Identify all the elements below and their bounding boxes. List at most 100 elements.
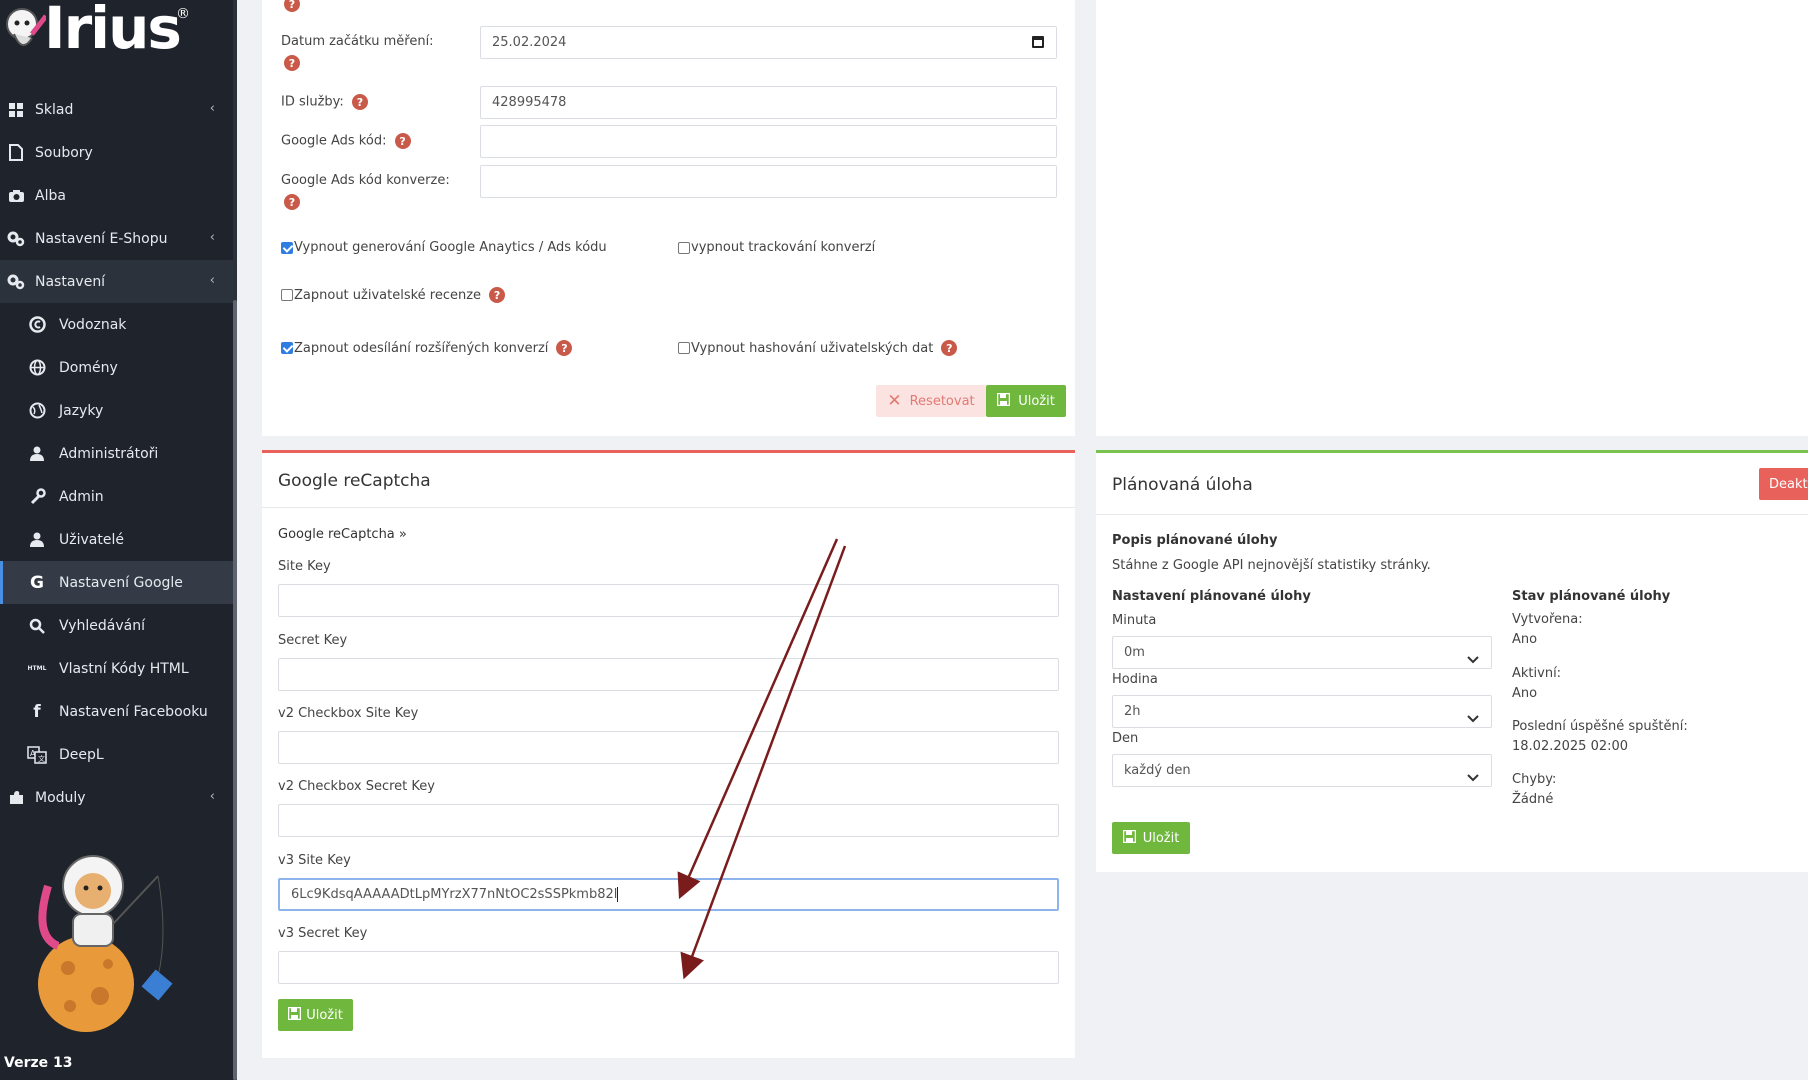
help-icon[interactable]: ? xyxy=(556,340,573,356)
checkbox-checked[interactable] xyxy=(281,342,293,354)
empty-panel xyxy=(1096,0,1808,436)
recaptcha-save-button[interactable]: Uložit xyxy=(278,999,353,1031)
enable-user-reviews-checkbox[interactable]: Zapnout uživatelské recenze ? xyxy=(281,287,506,303)
help-icon[interactable]: ? xyxy=(351,94,368,110)
sidebar-item-label: Jazyky xyxy=(59,402,104,419)
start-date-input[interactable]: 25.02.2024 xyxy=(480,26,1057,59)
checkbox-unchecked[interactable] xyxy=(281,289,293,301)
checkbox-checked[interactable] xyxy=(281,241,293,254)
wrench-icon xyxy=(27,487,47,507)
start-date-value: 25.02.2024 xyxy=(492,35,567,50)
sidebar-item-administratori[interactable]: Administrátoři xyxy=(0,432,237,475)
hour-select[interactable]: 2h xyxy=(1112,695,1492,728)
sidebar-item-vodoznak[interactable]: Vodoznak xyxy=(0,303,237,346)
chevron-down-icon xyxy=(1467,645,1479,668)
v3-secret-key-input[interactable] xyxy=(278,951,1059,984)
sidebar-item-label: Nastavení Facebooku xyxy=(59,703,208,720)
breadcrumb[interactable]: Google reCaptcha » xyxy=(278,527,407,542)
sidebar-item-admin[interactable]: Admin xyxy=(0,475,237,518)
sidebar-scrollbar[interactable] xyxy=(233,0,237,1080)
sidebar: Irius ® Sklad ‹ Soubory Alba Nastavení E… xyxy=(0,0,237,1080)
service-id-input[interactable]: 428995478 xyxy=(480,86,1057,119)
calendar-icon[interactable] xyxy=(1032,36,1044,48)
astronaut-dog-logo-icon xyxy=(6,8,46,46)
checkbox-label: Zapnout odesílání rozšířených konverzí xyxy=(294,340,549,356)
sidebar-item-sklad[interactable]: Sklad ‹ xyxy=(0,88,237,131)
save-button[interactable]: Uložit xyxy=(986,385,1066,417)
help-icon[interactable]: ? xyxy=(284,55,300,71)
task-save-button[interactable]: Uložit xyxy=(1112,822,1190,854)
sidebar-item-jazyky[interactable]: Jazyky xyxy=(0,389,237,432)
v3-site-key-input[interactable]: 6Lc9KdsqAAAAADtLpMYrzX77nNtOC2sSSPkmb82l xyxy=(278,878,1059,911)
divider xyxy=(262,507,1075,508)
sidebar-item-deepl[interactable]: A文 DeepL xyxy=(0,733,237,776)
sidebar-item-nastaveni-facebooku[interactable]: f Nastavení Facebooku xyxy=(0,690,237,733)
hour-label: Hodina xyxy=(1112,672,1158,687)
copyright-icon xyxy=(27,315,47,335)
ads-code-input[interactable] xyxy=(480,125,1057,158)
sidebar-item-vlastni-kody-html[interactable]: HTML Vlastní Kódy HTML xyxy=(0,647,237,690)
logo[interactable]: Irius ® xyxy=(0,0,200,66)
sidebar-item-label: Moduly xyxy=(35,789,86,806)
sidebar-item-soubory[interactable]: Soubory xyxy=(0,131,237,174)
v3-secret-key-label: v3 Secret Key xyxy=(278,926,368,941)
checkbox-unchecked[interactable] xyxy=(678,241,690,254)
sidebar-item-domeny[interactable]: Domény xyxy=(0,346,237,389)
astronaut-moon-illustration xyxy=(38,855,173,1032)
sidebar-item-label: Nastavení E-Shopu xyxy=(35,230,168,247)
sidebar-item-vyhledavani[interactable]: Vyhledávání xyxy=(0,604,237,647)
help-icon[interactable]: ? xyxy=(284,0,300,12)
sidebar-item-label: Nastavení xyxy=(35,273,106,290)
sidebar-item-nastaveni-eshopu[interactable]: Nastavení E-Shopu ‹ xyxy=(0,217,237,260)
reset-button[interactable]: ✕ Resetovat xyxy=(876,385,986,417)
checkbox-unchecked[interactable] xyxy=(678,342,690,354)
analytics-settings-card: ? Datum začátku měření: ? 25.02.2024 ID … xyxy=(262,0,1075,436)
text-cursor xyxy=(617,887,619,902)
secret-key-input[interactable] xyxy=(278,658,1059,691)
service-id-value: 428995478 xyxy=(492,95,567,110)
ads-code-label-text: Google Ads kód: xyxy=(281,133,387,149)
v2-secret-key-input[interactable] xyxy=(278,804,1059,837)
file-icon xyxy=(6,143,26,163)
sidebar-item-label: Administrátoři xyxy=(59,445,159,462)
save-button-label: Uložit xyxy=(306,1007,343,1023)
sidebar-item-uzivatele[interactable]: Uživatelé xyxy=(0,518,237,561)
brand-logo-text: Irius xyxy=(44,0,182,62)
svg-text:A: A xyxy=(30,749,36,758)
sidebar-item-nastaveni[interactable]: Nastavení ‹ xyxy=(0,260,237,303)
save-button-label: Uložit xyxy=(1018,393,1055,409)
help-icon[interactable]: ? xyxy=(284,194,300,210)
svg-text:文: 文 xyxy=(38,754,45,763)
scrollbar-thumb[interactable] xyxy=(233,300,237,1080)
disable-ga-code-checkbox[interactable]: Vypnout generování Google Anaytics / Ads… xyxy=(281,240,607,255)
help-icon[interactable]: ? xyxy=(941,340,958,356)
sidebar-item-label: Alba xyxy=(35,187,66,204)
globe-icon xyxy=(27,358,47,378)
sidebar-item-alba[interactable]: Alba xyxy=(0,174,237,217)
sidebar-item-moduly[interactable]: Moduly ‹ xyxy=(0,776,237,819)
sidebar-item-label: Uživatelé xyxy=(59,531,124,548)
floppy-disk-icon xyxy=(996,392,1011,410)
deactivate-button[interactable]: Deakt xyxy=(1759,468,1808,500)
minute-select[interactable]: 0m xyxy=(1112,636,1492,669)
sidebar-item-label: Nastavení Google xyxy=(59,574,183,591)
close-icon: ✕ xyxy=(887,391,902,411)
sidebar-item-nastaveni-google[interactable]: G Nastavení Google xyxy=(0,561,237,604)
disable-conversion-tracking-checkbox[interactable]: vypnout trackování konverzí xyxy=(678,240,875,255)
site-key-input[interactable] xyxy=(278,584,1059,617)
v2-site-key-input[interactable] xyxy=(278,731,1059,764)
day-select[interactable]: každý den xyxy=(1112,754,1492,787)
settings-heading: Nastavení plánované úlohy xyxy=(1112,589,1311,604)
floppy-disk-icon xyxy=(287,1006,302,1024)
help-icon[interactable]: ? xyxy=(394,133,411,149)
ads-conversion-input[interactable] xyxy=(480,165,1057,198)
chevron-left-icon: ‹ xyxy=(209,101,215,116)
enable-enhanced-conversions-checkbox[interactable]: Zapnout odesílání rozšířených konverzí ? xyxy=(281,340,573,356)
help-icon[interactable]: ? xyxy=(489,287,506,303)
admin-user-icon xyxy=(27,444,47,464)
active-label: Aktivní: xyxy=(1512,666,1562,681)
disable-user-data-hashing-checkbox[interactable]: Vypnout hashování uživatelských dat ? xyxy=(678,340,958,356)
service-id-label-text: ID služby: xyxy=(281,94,344,110)
last-run-label: Poslední úspěšné spuštění: xyxy=(1512,719,1688,734)
site-key-label: Site Key xyxy=(278,559,331,574)
